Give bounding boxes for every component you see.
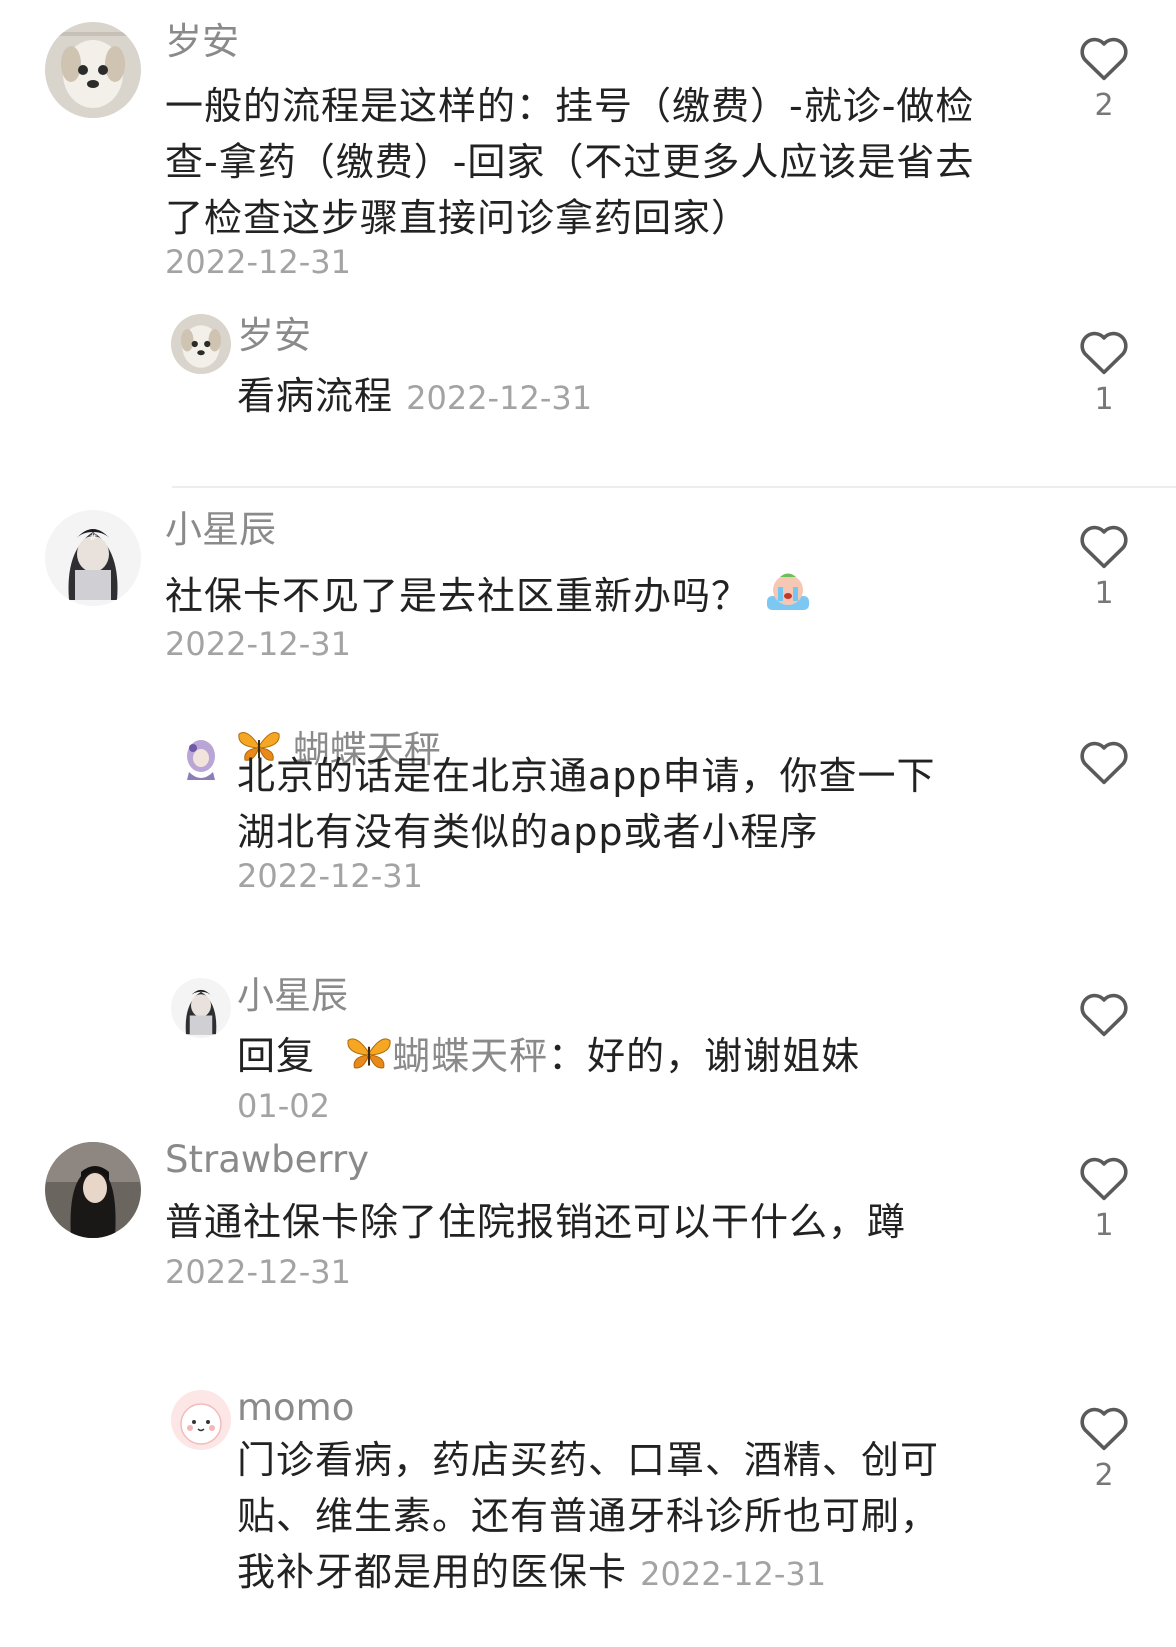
heart-outline-icon	[1080, 993, 1128, 1037]
svg-text:#: #	[89, 532, 97, 543]
comment-body: 社保卡不见了是去社区重新办吗？	[165, 574, 751, 618]
comment-body: 一般的流程是这样的：挂号（缴费）-就诊-做检查-拿药（缴费）-回家（不过更多人应…	[165, 84, 975, 240]
reply-date: 01-02	[237, 1087, 330, 1125]
username[interactable]: 岁安	[165, 18, 239, 66]
like-button[interactable]: 1	[1072, 1152, 1136, 1243]
like-button[interactable]: 2	[1072, 1402, 1136, 1493]
reply-body: 门诊看病，药店买药、口罩、酒精、创可贴、维生素。还有普通牙科诊所也可刷，我补牙都…	[237, 1438, 940, 1594]
username[interactable]: 岁安	[237, 312, 311, 360]
like-count: 1	[1094, 576, 1114, 611]
reply-date: 2022-12-31	[237, 857, 423, 895]
avatar[interactable]	[45, 22, 141, 118]
comment-text: 社保卡不见了是去社区重新办吗？	[165, 568, 985, 629]
username[interactable]: Strawberry	[165, 1136, 369, 1184]
reply-prefix: 回复	[237, 1034, 316, 1078]
reply-text: 回复 蝴蝶天秤：好的，谢谢姐妹	[237, 1028, 997, 1087]
butterfly-emoji-icon	[346, 1031, 392, 1087]
avatar[interactable]	[171, 728, 231, 788]
avatar[interactable]	[45, 1142, 141, 1238]
username[interactable]: 小星辰	[165, 506, 276, 554]
reply-text: 北京的话是在北京通app申请，你查一下湖北有没有类似的app或者小程序	[237, 748, 957, 860]
divider	[172, 486, 1176, 488]
avatar[interactable]	[171, 314, 231, 374]
like-button[interactable]: 1	[1072, 520, 1136, 611]
username[interactable]: momo	[237, 1384, 354, 1432]
mention-link[interactable]: 蝴蝶天秤	[392, 1034, 548, 1078]
avatar[interactable]	[171, 1390, 231, 1450]
heart-outline-icon	[1080, 331, 1128, 375]
heart-outline-icon	[1080, 37, 1128, 81]
like-button[interactable]: 1	[1072, 326, 1136, 417]
crying-emoji-icon	[763, 568, 813, 629]
avatar[interactable]	[171, 978, 231, 1038]
comment-body: 普通社保卡除了住院报销还可以干什么，蹲	[165, 1200, 907, 1244]
comment-date: 2022-12-31	[165, 1253, 351, 1291]
like-count: 1	[1094, 1208, 1114, 1243]
username[interactable]: 小星辰	[237, 972, 348, 1020]
like-button[interactable]: 2	[1072, 32, 1136, 123]
reply-body: 看病流程	[237, 374, 394, 418]
comment-date: 2022-12-31	[165, 243, 351, 281]
like-count: 2	[1094, 1458, 1114, 1493]
heart-outline-icon	[1080, 525, 1128, 569]
like-count: 2	[1094, 88, 1114, 123]
heart-outline-icon	[1080, 1407, 1128, 1451]
heart-outline-icon	[1080, 1157, 1128, 1201]
comment-text: 一般的流程是这样的：挂号（缴费）-就诊-做检查-拿药（缴费）-回家（不过更多人应…	[165, 78, 985, 246]
like-button[interactable]	[1072, 988, 1136, 1038]
reply-text: 看病流程 2022-12-31	[237, 368, 997, 426]
reply-date: 2022-12-31	[406, 379, 593, 417]
reply-text: 门诊看病，药店买药、口罩、酒精、创可贴、维生素。还有普通牙科诊所也可刷，我补牙都…	[237, 1432, 977, 1602]
avatar[interactable]: #	[45, 510, 141, 606]
reply-body: ：好的，谢谢姐妹	[548, 1034, 861, 1078]
heart-outline-icon	[1080, 741, 1128, 785]
like-button[interactable]	[1072, 736, 1136, 786]
comment-date: 2022-12-31	[165, 625, 351, 663]
comment-text: 普通社保卡除了住院报销还可以干什么，蹲	[165, 1194, 985, 1250]
like-count: 1	[1094, 382, 1114, 417]
reply-date: 2022-12-31	[640, 1555, 827, 1593]
reply-body: 北京的话是在北京通app申请，你查一下湖北有没有类似的app或者小程序	[237, 754, 936, 854]
